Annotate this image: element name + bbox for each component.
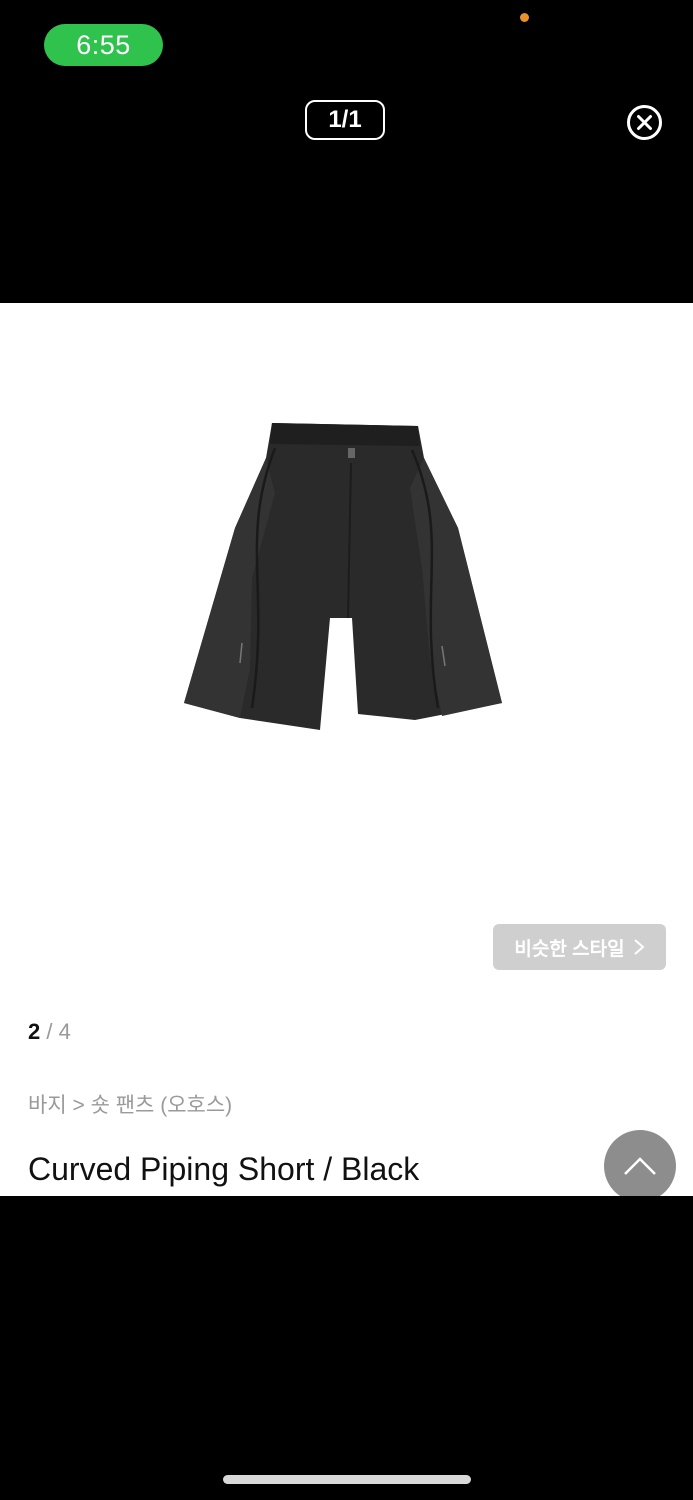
viewer-page-counter-text: 1/1: [328, 106, 362, 133]
privacy-indicator-dot: [520, 13, 529, 22]
breadcrumb[interactable]: 바지 > 숏 팬츠 (오호스): [28, 1089, 232, 1119]
product-image[interactable]: [180, 418, 510, 738]
image-counter-total: 4: [58, 1019, 71, 1044]
status-time: 6:55: [44, 24, 163, 66]
scroll-to-top-button[interactable]: [604, 1130, 676, 1196]
product-detail-panel: 비슷한 스타일 2 / 4 바지 > 숏 팬츠 (오호스) Curved Pip…: [0, 303, 693, 1196]
viewer-page-counter: 1/1: [305, 100, 385, 140]
close-button[interactable]: [626, 104, 663, 141]
close-circle-icon: [627, 105, 662, 140]
product-title: Curved Piping Short / Black: [28, 1151, 420, 1187]
image-counter-current: 2: [28, 1019, 41, 1044]
home-indicator[interactable]: [223, 1475, 471, 1484]
chevron-right-icon: [633, 939, 645, 955]
status-time-text: 6:55: [76, 29, 131, 60]
similar-style-button[interactable]: 비슷한 스타일: [493, 924, 666, 970]
chevron-up-icon: [624, 1157, 656, 1175]
image-counter: 2 / 4: [28, 1019, 71, 1045]
image-counter-separator: /: [40, 1019, 59, 1044]
similar-style-label: 비슷한 스타일: [514, 938, 625, 960]
